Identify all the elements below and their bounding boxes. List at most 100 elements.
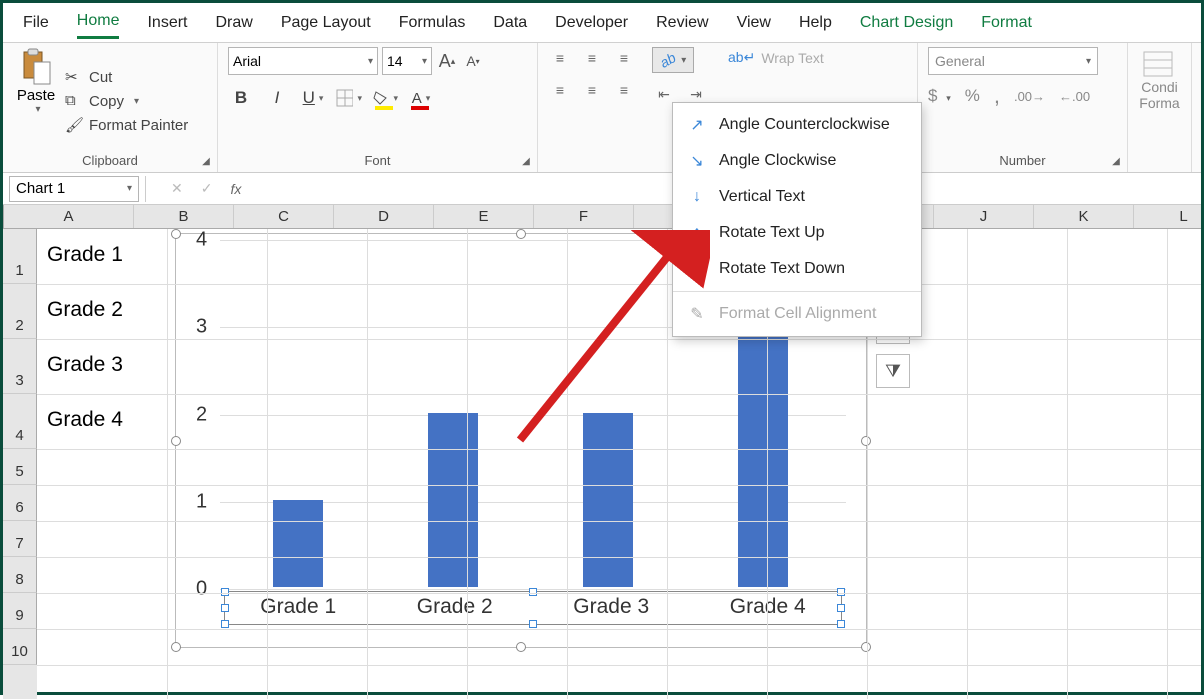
column-header-K[interactable]: K: [1034, 205, 1134, 228]
chart-axis-selection[interactable]: [224, 591, 842, 625]
cut-label: Cut: [89, 69, 112, 86]
decrease-decimal-button[interactable]: ←.00: [1059, 89, 1090, 104]
italic-button[interactable]: I: [264, 85, 290, 111]
currency-button[interactable]: $ ▾: [928, 86, 951, 106]
align-top-button[interactable]: ≡: [548, 47, 572, 69]
group-font: Arial▾ 14▾ A▴ A▾ B I U▾ ▾ ▾ A▾ Font◢: [218, 43, 538, 172]
font-color-button[interactable]: A▾: [408, 85, 434, 111]
align-middle-button[interactable]: ≡: [580, 47, 604, 69]
tab-chart-design[interactable]: Chart Design: [860, 8, 953, 38]
conditional-formatting-icon: [1143, 51, 1177, 79]
row-header-4[interactable]: 4: [3, 394, 37, 449]
decrease-font-button[interactable]: A▾: [462, 47, 484, 75]
menu-vertical-text[interactable]: ↓ Vertical Text: [673, 179, 921, 215]
percent-button[interactable]: %: [965, 86, 980, 106]
row-header-9[interactable]: 9: [3, 593, 37, 629]
ribbon: Paste ▾ ✂ Cut ⧉ Copy ▾ 🖌 Format Painter: [3, 43, 1201, 173]
enter-formula-button[interactable]: ✓: [201, 180, 213, 197]
borders-button[interactable]: ▾: [336, 85, 362, 111]
tab-developer[interactable]: Developer: [555, 8, 628, 38]
cut-button[interactable]: ✂ Cut: [65, 68, 188, 86]
menu-rotate-down[interactable]: ↓ Rotate Text Down: [673, 251, 921, 287]
tab-data[interactable]: Data: [493, 8, 527, 38]
column-header-A[interactable]: A: [4, 205, 134, 228]
group-number: General▾ $ ▾ % , .00→ ←.00 Number◢: [918, 43, 1128, 172]
chart-filters-button[interactable]: ⧩: [876, 354, 910, 388]
wrap-text-button[interactable]: ab↵ Wrap Text: [728, 49, 846, 66]
formula-bar: Chart 1▾ ✕ ✓ fx: [3, 173, 1201, 205]
menu-angle-cw[interactable]: ↘ Angle Clockwise: [673, 143, 921, 179]
font-size-select[interactable]: 14▾: [382, 47, 432, 75]
paste-label: Paste: [17, 87, 55, 104]
tab-format[interactable]: Format: [981, 8, 1032, 38]
fill-color-button[interactable]: ▾: [372, 85, 398, 111]
angle-ccw-icon: ↗: [687, 115, 707, 135]
chart-y-tick: 0: [196, 578, 207, 601]
number-launcher[interactable]: ◢: [1109, 156, 1123, 170]
increase-decimal-button[interactable]: .00→: [1014, 89, 1045, 104]
column-header-E[interactable]: E: [434, 205, 534, 228]
font-name-select[interactable]: Arial▾: [228, 47, 378, 75]
chart-y-tick: 4: [196, 229, 207, 252]
menu-rotate-up[interactable]: ↑ Rotate Text Up: [673, 215, 921, 251]
copy-dropdown[interactable]: ▾: [130, 96, 139, 107]
bold-button[interactable]: B: [228, 85, 254, 111]
number-format-select[interactable]: General▾: [928, 47, 1098, 75]
chart-y-tick: 1: [196, 490, 207, 513]
paste-dropdown[interactable]: ▾: [31, 104, 40, 115]
increase-font-button[interactable]: A▴: [436, 47, 458, 75]
clipboard-launcher[interactable]: ◢: [199, 156, 213, 170]
orientation-icon: ab: [657, 49, 678, 71]
align-center-button[interactable]: ≡: [580, 79, 604, 101]
row-headers: 12345678910: [3, 229, 37, 699]
column-header-D[interactable]: D: [334, 205, 434, 228]
tab-file[interactable]: File: [23, 8, 49, 38]
tab-draw[interactable]: Draw: [215, 8, 252, 38]
fx-button[interactable]: fx: [230, 181, 241, 197]
format-painter-button[interactable]: 🖌 Format Painter: [65, 116, 188, 134]
paste-icon: [19, 47, 53, 87]
worksheet[interactable]: 12345678910 Grade 1 Grade 2 Grade 3 Grad…: [3, 229, 1201, 699]
row-header-7[interactable]: 7: [3, 521, 37, 557]
cell-a1[interactable]: Grade 1: [47, 243, 123, 267]
row-header-1[interactable]: 1: [3, 229, 37, 284]
tab-insert[interactable]: Insert: [147, 8, 187, 38]
name-box[interactable]: Chart 1▾: [9, 176, 139, 202]
tab-formulas[interactable]: Formulas: [399, 8, 466, 38]
column-header-L[interactable]: L: [1134, 205, 1204, 228]
menu-angle-ccw[interactable]: ↗ Angle Counterclockwise: [673, 107, 921, 143]
chart-bar[interactable]: [273, 500, 323, 587]
tab-home[interactable]: Home: [77, 6, 120, 39]
row-header-3[interactable]: 3: [3, 339, 37, 394]
row-header-10[interactable]: 10: [3, 629, 37, 665]
column-header-C[interactable]: C: [234, 205, 334, 228]
column-header-F[interactable]: F: [534, 205, 634, 228]
cell-a3[interactable]: Grade 3: [47, 353, 123, 377]
cell-a2[interactable]: Grade 2: [47, 298, 123, 322]
chart-bar[interactable]: [738, 325, 788, 587]
font-launcher[interactable]: ◢: [519, 156, 533, 170]
column-header-J[interactable]: J: [934, 205, 1034, 228]
tab-review[interactable]: Review: [656, 8, 708, 38]
align-bottom-button[interactable]: ≡: [612, 47, 636, 69]
conditional-formatting-button[interactable]: Condi Forma: [1138, 47, 1181, 111]
tab-page-layout[interactable]: Page Layout: [281, 8, 371, 38]
cell-a4[interactable]: Grade 4: [47, 408, 123, 432]
row-header-6[interactable]: 6: [3, 485, 37, 521]
paste-button[interactable]: Paste ▾: [13, 47, 59, 151]
align-right-button[interactable]: ≡: [612, 79, 636, 101]
tab-view[interactable]: View: [737, 8, 771, 38]
column-header-B[interactable]: B: [134, 205, 234, 228]
cancel-formula-button[interactable]: ✕: [171, 180, 183, 197]
row-header-5[interactable]: 5: [3, 449, 37, 485]
row-header-8[interactable]: 8: [3, 557, 37, 593]
chart-bar[interactable]: [428, 413, 478, 588]
orientation-button[interactable]: ab ▾: [652, 47, 694, 73]
chart-bar[interactable]: [583, 413, 633, 588]
tab-help[interactable]: Help: [799, 8, 832, 38]
copy-button[interactable]: ⧉ Copy ▾: [65, 92, 188, 110]
align-left-button[interactable]: ≡: [548, 79, 572, 101]
underline-button[interactable]: U▾: [300, 85, 326, 111]
row-header-2[interactable]: 2: [3, 284, 37, 339]
comma-button[interactable]: ,: [994, 83, 1000, 109]
